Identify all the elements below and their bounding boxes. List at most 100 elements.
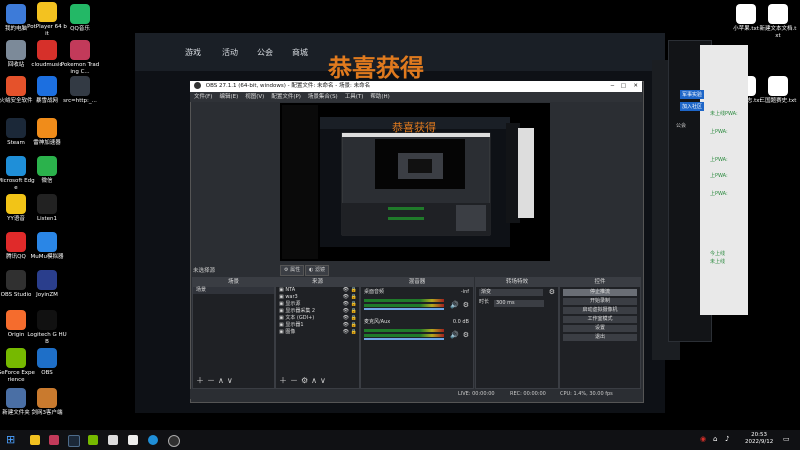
menu-item[interactable]: 编辑(E) [219, 94, 238, 100]
lock-icon[interactable]: 🔒 [351, 322, 357, 329]
menu-item[interactable]: 帮助(H) [370, 94, 389, 100]
desktop-icon-mumu[interactable]: MuMu模拟器 [27, 232, 67, 261]
control-button[interactable]: 开始录制 [563, 298, 637, 305]
desktop-icon-src[interactable]: src=http:_... [60, 76, 100, 105]
control-button[interactable]: 工作室模式 [563, 316, 637, 323]
taskbar-steam-icon[interactable] [68, 435, 80, 447]
side-tag-1[interactable]: 军事实验 [680, 90, 705, 99]
scenes-panel[interactable]: 场景 场景 ＋－∧∨ [192, 277, 275, 389]
gear-icon[interactable]: ⚙ [463, 301, 469, 309]
visibility-icon[interactable]: 👁 [343, 301, 349, 308]
maximize-icon[interactable]: □ [621, 81, 626, 92]
lock-icon[interactable]: 🔒 [351, 301, 357, 308]
transition-select[interactable]: 渐变 [479, 289, 543, 296]
menu-item[interactable]: 文件(F) [194, 94, 212, 100]
desktop-icon-new-text[interactable]: 新建文本文档.txt [758, 4, 798, 39]
taskbar-file-explorer-icon[interactable] [108, 435, 118, 445]
visibility-icon[interactable]: 👁 [343, 322, 349, 329]
desktop-icon-qq-music[interactable]: QQ音乐 [60, 4, 100, 33]
menu-item[interactable]: 场景集合(S) [308, 94, 338, 100]
gear-icon[interactable]: ⚙ [463, 331, 469, 339]
taskbar-pokemon-icon[interactable] [49, 435, 59, 445]
game-tab-events[interactable]: 活动 [222, 47, 238, 58]
tray-netease-icon[interactable]: ◉ [700, 435, 706, 443]
mumu-icon [37, 232, 57, 252]
side-tag-2[interactable]: 加入社区 [680, 102, 705, 111]
taskbar-obs-icon[interactable] [168, 435, 180, 447]
visibility-icon[interactable]: 👁 [343, 308, 349, 315]
sources-footer[interactable]: ＋－⚙∧∨ [279, 375, 329, 386]
taskbar-edge-icon[interactable] [148, 435, 158, 445]
sources-panel[interactable]: 来源 ▣ NTA 👁 🔒 ▣ war3 👁 🔒 ▣ 显示源 👁 🔒 ▣ 显示器采集 2 👁 🔒 ▣ 文本… [275, 277, 360, 389]
taskbar-notepad-icon[interactable] [128, 435, 138, 445]
desktop-icon-joyinzm[interactable]: JoyinZM [27, 270, 67, 299]
lock-icon[interactable]: 🔒 [351, 287, 357, 294]
desktop-icon-leishen[interactable]: 雷神加速器 [27, 118, 67, 147]
tray-network-icon[interactable]: ⌂ [713, 435, 717, 443]
visibility-icon[interactable]: 👁 [343, 315, 349, 322]
duration-input[interactable]: 300 ms [494, 300, 544, 307]
mixer-panel[interactable]: 混音器 桌面音频 -inf 🔊 ⚙ 麦克风/Aux 0.0 dB 🔊 ⚙ [360, 277, 474, 389]
desktop-icon-sword[interactable]: 剑网3客户端 [27, 388, 67, 417]
properties-button[interactable]: ⚙ 属性 [280, 265, 305, 276]
speaker-icon[interactable]: 🔊 [450, 301, 459, 309]
menu-item[interactable]: 视图(V) [245, 94, 264, 100]
source-item[interactable]: ▣ 显示器采集 2 👁 🔒 [276, 308, 359, 315]
start-button[interactable]: ⊞ [6, 434, 15, 445]
desktop-icon-pokemon[interactable]: Pokemon Trading C... [60, 40, 100, 75]
game-tab-shop[interactable]: 商城 [292, 47, 308, 58]
lock-icon[interactable]: 🔒 [351, 294, 357, 301]
taskbar-clock[interactable]: 20:53 2022/9/12 [745, 432, 773, 446]
scenes-footer[interactable]: ＋－∧∨ [196, 375, 236, 386]
source-item[interactable]: ▣ 图像 👁 🔒 [276, 329, 359, 336]
minimize-icon[interactable]: ─ [611, 81, 614, 92]
desktop-icon-obs[interactable]: OBS [27, 348, 67, 377]
lock-icon[interactable]: 🔒 [351, 308, 357, 315]
lock-icon[interactable]: 🔒 [351, 329, 357, 336]
taskbar-potplayer-icon[interactable] [30, 435, 40, 445]
visibility-icon[interactable]: 👁 [343, 329, 349, 336]
transitions-panel[interactable]: 转场特效 渐变 ⚙ 时长 300 ms [475, 277, 559, 389]
transition-select-value: 渐变 [481, 289, 492, 295]
desktop-icon-listen1[interactable]: Listen1 [27, 194, 67, 223]
scene-item[interactable]: 场景 [193, 287, 274, 294]
mixer-channel-mic[interactable]: 麦克风/Aux 0.0 dB 🔊 ⚙ [361, 317, 473, 347]
image-icon [70, 76, 90, 96]
close-icon[interactable]: ✕ [633, 81, 638, 92]
taskbar-nvidia-icon[interactable] [88, 435, 98, 445]
gear-icon[interactable]: ⚙ [549, 288, 555, 296]
menu-item[interactable]: 工具(T) [345, 94, 364, 100]
source-item[interactable]: ▣ 显示器1 👁 🔒 [276, 322, 359, 329]
tray-volume-icon[interactable]: ♪ [725, 435, 729, 443]
notification-icon[interactable]: ▭ [783, 435, 790, 443]
desktop-icon-sanguo2[interactable]: 三国题赛史.txt [758, 76, 798, 105]
desktop-icon-logitech[interactable]: Logitech G HUB [27, 310, 67, 345]
obs-title-bar[interactable]: OBS 27.1.1 (64-bit, windows) - 配置文件: 未命名… [190, 81, 642, 92]
visibility-icon[interactable]: 👁 [343, 294, 349, 301]
source-item[interactable]: ▣ war3 👁 🔒 [276, 294, 359, 301]
source-item[interactable]: ▣ 显示源 👁 🔒 [276, 301, 359, 308]
control-button[interactable]: 停止推流 [563, 289, 637, 296]
control-button[interactable]: 设置 [563, 325, 637, 332]
obs-preview[interactable]: 恭喜获得 [280, 103, 550, 261]
control-button[interactable]: 退出 [563, 334, 637, 341]
mixer-header: 混音器 [361, 278, 473, 287]
source-item[interactable]: ▣ 文本 (GDI+) 👁 🔒 [276, 315, 359, 322]
mixer-channel-desktop[interactable]: 桌面音频 -inf 🔊 ⚙ [361, 287, 473, 317]
source-item[interactable]: ▣ NTA 👁 🔒 [276, 287, 359, 294]
menu-item[interactable]: 配置文件(P) [271, 94, 301, 100]
speaker-icon[interactable]: 🔊 [450, 331, 459, 339]
game-tab-guild[interactable]: 公会 [257, 47, 273, 58]
source-label: NTA [285, 287, 296, 293]
desktop-icon-wechat[interactable]: 微信 [27, 156, 67, 185]
lock-icon[interactable]: 🔒 [351, 315, 357, 322]
filters-button[interactable]: ◐ 滤镜 [305, 265, 329, 276]
control-button[interactable]: 启动虚拟摄像机 [563, 307, 637, 314]
controls-panel[interactable]: 控件 停止推流 开始录制 启动虚拟摄像机 工作室模式 设置 退出 [559, 277, 641, 389]
volume-slider[interactable] [364, 338, 444, 340]
background-window-chat[interactable] [700, 45, 748, 315]
visibility-icon[interactable]: 👁 [343, 287, 349, 294]
volume-slider[interactable] [364, 308, 444, 310]
game-tab-games[interactable]: 游戏 [185, 47, 201, 58]
battlenet-icon [37, 76, 57, 96]
